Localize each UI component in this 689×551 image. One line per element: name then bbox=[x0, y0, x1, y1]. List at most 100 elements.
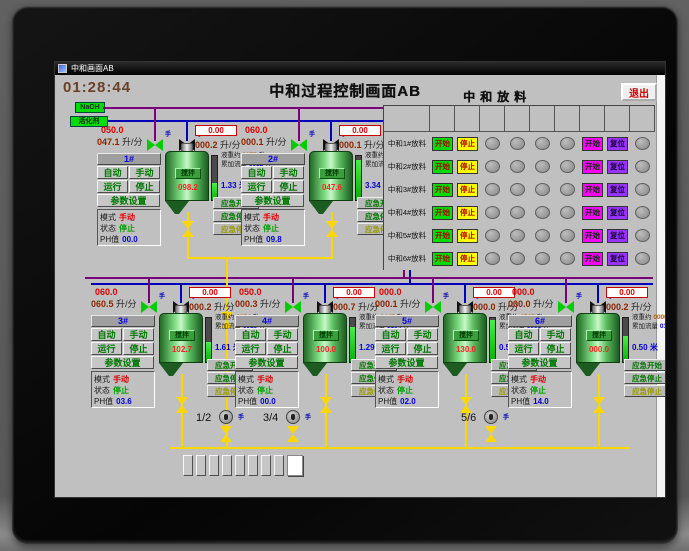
manual-button[interactable]: 手动 bbox=[540, 328, 571, 341]
manual-button[interactable]: 手动 bbox=[129, 166, 160, 179]
ph-label: PH值 bbox=[238, 397, 258, 406]
params-button[interactable]: 参数设置 bbox=[241, 194, 304, 207]
level-reset-button[interactable]: 复位 bbox=[607, 205, 628, 220]
stir-button[interactable]: 搅拌 bbox=[169, 330, 195, 341]
nav-button[interactable] bbox=[261, 455, 271, 476]
level-gauge-fill bbox=[356, 159, 361, 200]
start-button[interactable]: 开始 bbox=[432, 228, 453, 243]
pump-icon[interactable] bbox=[484, 410, 498, 424]
stir-button[interactable]: 搅拌 bbox=[313, 330, 339, 341]
naoh-valve-icon[interactable] bbox=[291, 139, 307, 151]
auto-button[interactable]: 自动 bbox=[97, 166, 128, 179]
params-button[interactable]: 参数设置 bbox=[235, 356, 298, 369]
nav-button[interactable] bbox=[183, 455, 193, 476]
naoh-valve-icon[interactable] bbox=[558, 301, 574, 313]
naoh-valve-icon[interactable] bbox=[147, 139, 163, 151]
stop-button[interactable]: 停止 bbox=[273, 180, 304, 193]
exit-button[interactable]: 退出 bbox=[621, 83, 657, 101]
naoh-valve-icon[interactable] bbox=[141, 301, 157, 313]
nav-button[interactable] bbox=[248, 455, 258, 476]
manual-button[interactable]: 手动 bbox=[123, 328, 154, 341]
pump-valve-icon[interactable] bbox=[287, 426, 299, 442]
tank-cone bbox=[443, 363, 467, 376]
nav-button[interactable] bbox=[274, 455, 284, 476]
flow2-unit-label: 升/分 bbox=[214, 302, 235, 312]
level-reset-button[interactable]: 复位 bbox=[607, 228, 628, 243]
emergency-discharge-button[interactable]: 开始 bbox=[582, 228, 603, 243]
stir-button[interactable]: 搅拌 bbox=[453, 330, 479, 341]
auto-button[interactable]: 自动 bbox=[91, 328, 122, 341]
stop-button[interactable]: 停止 bbox=[123, 342, 154, 355]
manual-button[interactable]: 手动 bbox=[273, 166, 304, 179]
emergency-discharge-button[interactable]: 开始 bbox=[582, 159, 603, 174]
stop-button[interactable]: 停止 bbox=[407, 342, 438, 355]
stir-button[interactable]: 搅拌 bbox=[586, 330, 612, 341]
mode-label: 模式 bbox=[378, 375, 394, 384]
nav-button[interactable] bbox=[196, 455, 206, 476]
pump-icon[interactable] bbox=[286, 410, 300, 424]
run-button[interactable]: 运行 bbox=[91, 342, 122, 355]
pump-icon[interactable] bbox=[219, 410, 233, 424]
nav-button[interactable] bbox=[209, 455, 219, 476]
pump-valve-icon[interactable] bbox=[485, 426, 497, 442]
emergency-stop-button[interactable]: 应急停止 bbox=[624, 372, 665, 384]
row-label: 中和1#放料 bbox=[387, 139, 427, 148]
params-button[interactable]: 参数设置 bbox=[91, 356, 154, 369]
emergency-start-button[interactable]: 应急开始 bbox=[624, 359, 665, 371]
params-button[interactable]: 参数设置 bbox=[375, 356, 438, 369]
start-button[interactable]: 开始 bbox=[432, 159, 453, 174]
nav-button[interactable] bbox=[222, 455, 232, 476]
stop-button[interactable]: 停止 bbox=[129, 180, 160, 193]
level-reset-button[interactable]: 复位 bbox=[607, 159, 628, 174]
start-button[interactable]: 开始 bbox=[432, 205, 453, 220]
manual-button[interactable]: 手动 bbox=[407, 328, 438, 341]
level-reset-button[interactable]: 复位 bbox=[607, 136, 628, 151]
level-reset-button[interactable]: 复位 bbox=[607, 182, 628, 197]
run-button[interactable]: 运行 bbox=[241, 180, 272, 193]
unit-id: 2# bbox=[241, 153, 305, 165]
params-button[interactable]: 参数设置 bbox=[97, 194, 160, 207]
params-button[interactable]: 参数设置 bbox=[508, 356, 571, 369]
ph-label: PH值 bbox=[378, 397, 398, 406]
start-button[interactable]: 开始 bbox=[432, 136, 453, 151]
pump-label: 3/4 bbox=[263, 412, 279, 424]
emergency-stop2-button[interactable]: 应急停止 bbox=[624, 385, 665, 397]
stop-button[interactable]: 停止 bbox=[457, 228, 478, 243]
auto-button[interactable]: 自动 bbox=[235, 328, 266, 341]
stop-button[interactable]: 停止 bbox=[540, 342, 571, 355]
naoh-valve-icon[interactable] bbox=[425, 301, 441, 313]
stop-button[interactable]: 停止 bbox=[457, 136, 478, 151]
reactor-unit: 060.0 060.5 升/分 手 手 0.00 000.2 升/分 3# 自动… bbox=[91, 277, 266, 422]
naoh-valve-icon[interactable] bbox=[285, 301, 301, 313]
run-button[interactable]: 运行 bbox=[97, 180, 128, 193]
run-button[interactable]: 运行 bbox=[235, 342, 266, 355]
unit-id: 5# bbox=[375, 315, 439, 327]
auto-button[interactable]: 自动 bbox=[241, 166, 272, 179]
pipe-naoh-feed bbox=[148, 277, 150, 303]
nav-button[interactable] bbox=[287, 455, 303, 476]
auto-button[interactable]: 自动 bbox=[375, 328, 406, 341]
stop-button[interactable]: 停止 bbox=[457, 159, 478, 174]
stop-button[interactable]: 停止 bbox=[457, 251, 478, 266]
nav-button[interactable] bbox=[235, 455, 245, 476]
emergency-discharge-button[interactable]: 开始 bbox=[582, 205, 603, 220]
meter-label: 米 bbox=[649, 343, 658, 352]
run-button[interactable]: 运行 bbox=[508, 342, 539, 355]
emergency-discharge-button[interactable]: 开始 bbox=[582, 251, 603, 266]
pump-valve-icon[interactable] bbox=[220, 426, 232, 442]
stop-button[interactable]: 停止 bbox=[457, 182, 478, 197]
emergency-discharge-button[interactable]: 开始 bbox=[582, 182, 603, 197]
stop-button[interactable]: 停止 bbox=[457, 205, 478, 220]
auto-button[interactable]: 自动 bbox=[508, 328, 539, 341]
emergency-discharge-button[interactable]: 开始 bbox=[582, 136, 603, 151]
window-titlebar[interactable]: 中和画面AB bbox=[55, 62, 665, 75]
stir-button[interactable]: 搅拌 bbox=[319, 168, 345, 179]
stir-button[interactable]: 搅拌 bbox=[175, 168, 201, 179]
level-reset-button[interactable]: 复位 bbox=[607, 251, 628, 266]
start-button[interactable]: 开始 bbox=[432, 182, 453, 197]
manual-button[interactable]: 手动 bbox=[267, 328, 298, 341]
run-button[interactable]: 运行 bbox=[375, 342, 406, 355]
start-button[interactable]: 开始 bbox=[432, 251, 453, 266]
stop-button[interactable]: 停止 bbox=[267, 342, 298, 355]
unit-status-panel: 模式 手动 状态 停止 PH值 00.0 bbox=[97, 209, 161, 246]
